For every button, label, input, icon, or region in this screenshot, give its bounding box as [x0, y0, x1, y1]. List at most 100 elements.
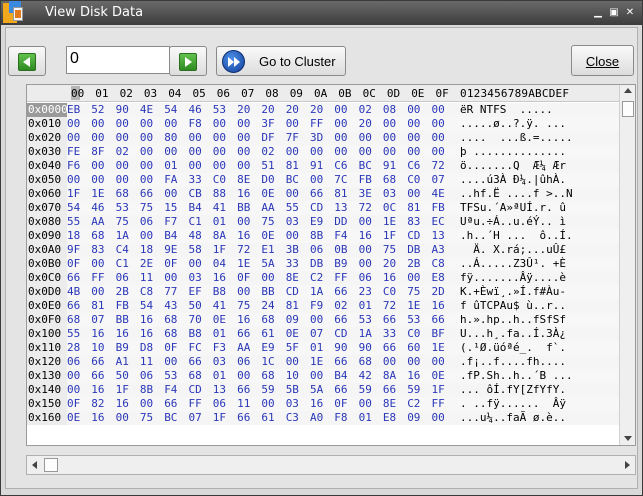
hex-byte[interactable]: 00 — [91, 117, 104, 130]
hex-byte[interactable]: 16 — [91, 383, 104, 396]
hex-byte[interactable]: 06 — [213, 397, 226, 410]
hex-byte[interactable]: 00 — [140, 159, 153, 172]
hex-byte[interactable]: 51 — [261, 159, 274, 172]
hex-byte[interactable]: 66 — [189, 355, 202, 368]
hex-byte[interactable]: 0F — [67, 397, 80, 410]
hex-byte[interactable]: FF — [91, 271, 104, 284]
hex-byte[interactable]: BB — [237, 201, 250, 214]
hex-byte[interactable]: 68 — [67, 313, 80, 326]
hex-byte[interactable]: 06 — [116, 271, 129, 284]
hex-byte[interactable]: 90 — [334, 341, 347, 354]
hex-byte[interactable]: 3B — [286, 243, 299, 256]
hex-row[interactable]: 0x060 1F 1E 68 66 00 CB 88 16 0E 00 66 81 3E 03 00 4E ..h… — [27, 187, 619, 201]
hex-byte[interactable]: BC — [164, 411, 177, 424]
hex-byte[interactable]: 00 — [407, 145, 420, 158]
hex-byte[interactable]: FA — [164, 173, 177, 186]
hex-byte[interactable]: 72 — [432, 159, 445, 172]
hex-row[interactable]: 0x150 0F 82 16 00 66 FF 06 11 00 03 16 0F 00 8E C2 FF. .… — [27, 397, 619, 411]
hex-byte[interactable]: 23 — [359, 285, 372, 298]
close-button[interactable]: Close — [571, 45, 634, 76]
hex-byte[interactable]: 16 — [432, 299, 445, 312]
hex-byte[interactable]: A3 — [432, 243, 445, 256]
hex-byte[interactable]: 83 — [407, 215, 420, 228]
scroll-right-icon[interactable] — [625, 461, 630, 469]
hex-byte[interactable]: 00 — [67, 117, 80, 130]
hex-byte[interactable]: DB — [310, 257, 323, 270]
hex-byte[interactable]: C0 — [213, 173, 226, 186]
hex-byte[interactable]: 66 — [383, 383, 396, 396]
hex-byte[interactable]: 7C — [334, 173, 347, 186]
hex-byte[interactable]: 00 — [91, 131, 104, 144]
hex-byte[interactable]: 00 — [432, 411, 445, 424]
hex-byte[interactable]: FE — [67, 145, 80, 158]
hex-byte[interactable]: BF — [432, 327, 445, 340]
hex-byte[interactable]: 1F — [432, 383, 445, 396]
hex-byte[interactable]: 53 — [359, 313, 372, 326]
hex-byte[interactable]: 16 — [237, 229, 250, 242]
hex-byte[interactable]: FF — [432, 397, 445, 410]
hex-byte[interactable]: 00 — [91, 285, 104, 298]
hex-byte[interactable]: 48 — [189, 229, 202, 242]
hex-byte[interactable]: 5A — [261, 257, 274, 270]
hex-byte[interactable]: 00 — [432, 117, 445, 130]
hex-byte[interactable]: 0F — [164, 257, 177, 270]
hex-byte[interactable]: 16 — [359, 229, 372, 242]
hex-byte[interactable]: B4 — [189, 201, 202, 214]
scroll-left-icon[interactable] — [32, 461, 37, 469]
hex-byte[interactable]: 13 — [334, 201, 347, 214]
hex-byte[interactable]: 68 — [261, 369, 274, 382]
hex-byte[interactable]: 00 — [91, 257, 104, 270]
hex-byte[interactable]: 61 — [261, 411, 274, 424]
hex-byte[interactable]: 81 — [91, 299, 104, 312]
hex-byte[interactable]: 68 — [261, 313, 274, 326]
hex-byte[interactable]: 00 — [407, 117, 420, 130]
hex-byte[interactable]: E9 — [310, 215, 323, 228]
hex-byte[interactable]: 68 — [383, 173, 396, 186]
hex-byte[interactable]: 00 — [213, 145, 226, 158]
title-bar[interactable]: View Disk Data ▁ ▣ ✕ — [1, 1, 642, 25]
hex-byte[interactable]: B8 — [189, 327, 202, 340]
hex-byte[interactable]: 77 — [164, 285, 177, 298]
hex-row[interactable]: 0x0F0 68 07 BB 16 68 70 0E 16 68 09 00 66 53 66 53 66 h.»… — [27, 313, 619, 327]
hex-byte[interactable]: 00 — [407, 271, 420, 284]
hex-byte[interactable]: 1A — [116, 229, 129, 242]
hex-byte[interactable]: 00 — [359, 397, 372, 410]
hex-byte[interactable]: 8E — [383, 397, 396, 410]
hex-byte[interactable]: 00 — [189, 131, 202, 144]
hex-byte[interactable]: 3F — [261, 117, 274, 130]
hex-byte[interactable]: 00 — [432, 355, 445, 368]
hex-byte[interactable]: 70 — [189, 313, 202, 326]
hex-byte[interactable]: 04 — [213, 257, 226, 270]
hex-byte[interactable]: 00 — [237, 215, 250, 228]
hex-byte[interactable]: 8B — [140, 383, 153, 396]
hex-byte[interactable]: 42 — [359, 369, 372, 382]
hex-byte[interactable]: EB — [67, 103, 80, 116]
hex-byte[interactable]: 16 — [116, 327, 129, 340]
hex-byte[interactable]: 33 — [383, 327, 396, 340]
hex-row[interactable]: 0x130 00 66 50 06 53 68 01 00 68 10 00 B4 42 8A 16 0E .fP… — [27, 369, 619, 383]
hex-byte[interactable]: 00 — [286, 117, 299, 130]
hex-byte[interactable]: 90 — [359, 341, 372, 354]
hex-byte[interactable]: 00 — [67, 383, 80, 396]
hex-byte[interactable]: CD — [334, 327, 347, 340]
hex-byte[interactable]: 15 — [164, 201, 177, 214]
hex-byte[interactable]: 01 — [359, 411, 372, 424]
hex-byte[interactable]: 59 — [261, 383, 274, 396]
hex-byte[interactable]: 68 — [116, 187, 129, 200]
hex-byte[interactable]: 54 — [164, 103, 177, 116]
hex-byte[interactable]: 00 — [164, 271, 177, 284]
hex-byte[interactable]: 00 — [237, 117, 250, 130]
hex-row[interactable]: 0x080 55 AA 75 06 F7 C1 01 00 75 03 E9 DD 00 1E 83 EC Uªu… — [27, 215, 619, 229]
hex-byte[interactable]: 66 — [383, 341, 396, 354]
hex-byte[interactable]: 2B — [116, 285, 129, 298]
hex-byte[interactable]: 83 — [91, 243, 104, 256]
hex-byte[interactable]: 0E — [261, 187, 274, 200]
hex-byte[interactable]: 81 — [286, 159, 299, 172]
hex-byte[interactable]: 0B — [334, 243, 347, 256]
hex-byte[interactable]: 16 — [213, 271, 226, 284]
hex-byte[interactable]: 00 — [261, 271, 274, 284]
hex-byte[interactable]: D8 — [140, 341, 153, 354]
hex-byte[interactable]: 3E — [359, 187, 372, 200]
hex-byte[interactable]: 01 — [213, 327, 226, 340]
hex-byte[interactable]: 00 — [237, 145, 250, 158]
